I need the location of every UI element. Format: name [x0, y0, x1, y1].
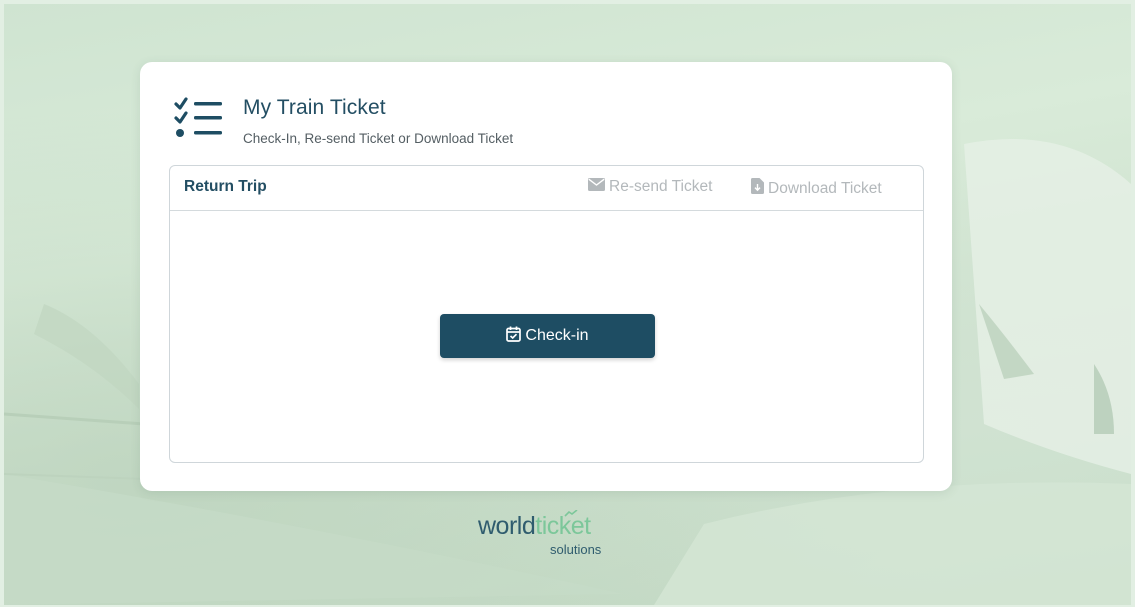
envelope-icon: [588, 178, 605, 196]
download-ticket-label: Download Ticket: [768, 179, 882, 197]
checklist-icon: [174, 96, 222, 140]
check-in-label: Check-in: [525, 327, 589, 344]
resend-ticket-label: Re-send Ticket: [609, 178, 713, 195]
logo-subtitle: solutions: [550, 542, 602, 557]
trip-panel: Return Trip Re-send Ticket Download Tick…: [169, 165, 924, 463]
calendar-check-icon: [506, 326, 522, 347]
worldticket-logo: worldticket solutions: [478, 510, 648, 560]
ticket-card: My Train Ticket Check-In, Re-send Ticket…: [140, 62, 952, 491]
download-ticket-button[interactable]: Download Ticket: [751, 178, 882, 199]
trip-panel-header: Return Trip Re-send Ticket Download Tick…: [170, 166, 923, 211]
resend-ticket-button[interactable]: Re-send Ticket: [588, 178, 712, 196]
check-in-button[interactable]: Check-in: [440, 314, 655, 358]
card-header: My Train Ticket Check-In, Re-send Ticket…: [174, 96, 774, 146]
file-download-icon: [751, 178, 764, 199]
page-subtitle: Check-In, Re-send Ticket or Download Tic…: [243, 131, 514, 146]
page-title: My Train Ticket: [243, 96, 386, 119]
trip-label: Return Trip: [184, 178, 267, 195]
